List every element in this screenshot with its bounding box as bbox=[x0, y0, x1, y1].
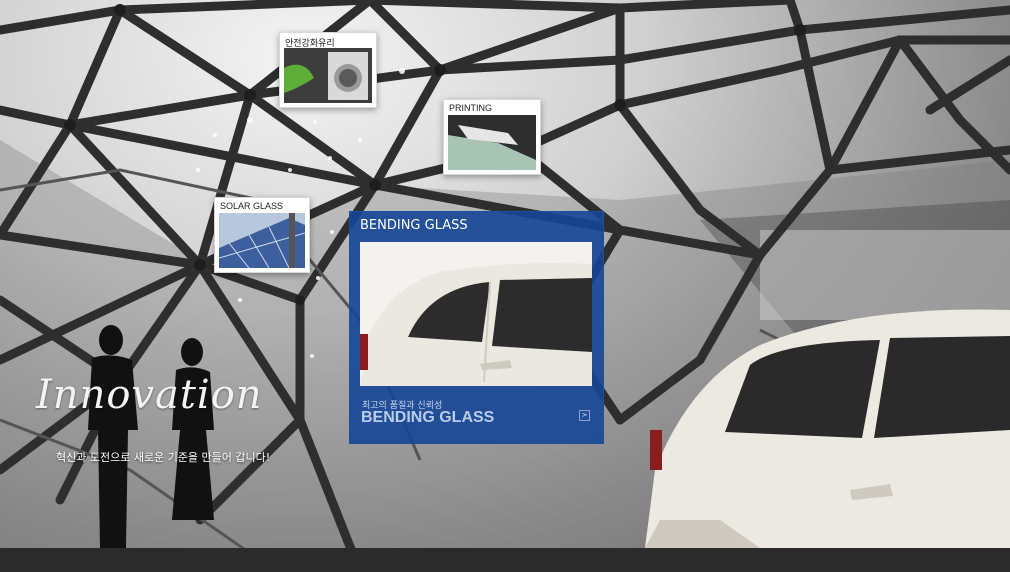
hero-heading: Innovation bbox=[36, 372, 263, 418]
feature-product-name: BENDING GLASS bbox=[361, 409, 495, 426]
more-arrow-button[interactable]: > bbox=[579, 410, 590, 421]
bottom-bar bbox=[0, 548, 1010, 572]
solar-panel-image bbox=[219, 213, 305, 268]
car-side-window-image bbox=[360, 242, 592, 386]
thumbnail-label: SOLAR GLASS bbox=[220, 201, 284, 211]
washing-machine-image bbox=[284, 48, 372, 103]
hero-tagline: 혁신과 도전으로 새로운 기준을 만들어 갑니다! bbox=[56, 451, 271, 464]
feature-title: BENDING GLASS bbox=[360, 218, 468, 233]
thumbnail-solar-glass[interactable]: SOLAR GLASS bbox=[214, 197, 310, 273]
thumbnail-safety-glass[interactable]: 안전강화유리 bbox=[279, 32, 377, 108]
printed-glass-image bbox=[448, 115, 536, 170]
featured-product-panel[interactable]: BENDING GLASS 최고의 품질과 신뢰성 BENDING GLASS … bbox=[349, 211, 604, 444]
thumbnail-label: PRINTING bbox=[449, 103, 493, 113]
thumbnail-printing[interactable]: PRINTING bbox=[443, 99, 541, 175]
